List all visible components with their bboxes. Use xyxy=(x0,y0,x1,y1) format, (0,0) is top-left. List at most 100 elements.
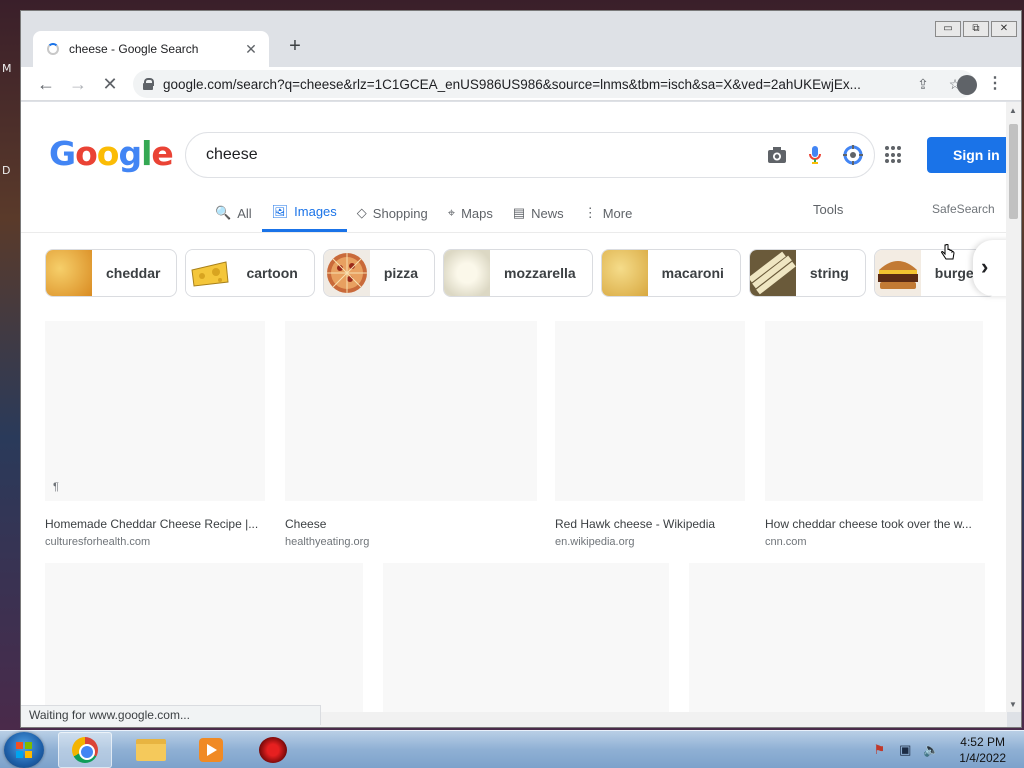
chrome-icon xyxy=(72,737,98,763)
image-result[interactable]: Red Hawk cheese - Wikipedia en.wikipedia… xyxy=(555,321,745,548)
google-images-page: Google cheese Sign in 🔍 All 🖼 Images ◇ Shop… xyxy=(21,102,1007,712)
result-image[interactable] xyxy=(689,563,985,712)
result-title[interactable]: How cheddar cheese took over the w... xyxy=(765,517,983,531)
tab-label: Maps xyxy=(461,205,493,221)
chip-thumbnail xyxy=(46,250,92,296)
tab-label: More xyxy=(602,205,633,221)
share-icon[interactable]: ⇪ xyxy=(913,76,933,93)
tab-news[interactable]: ▤ News xyxy=(503,194,574,232)
window-controls: ▭ ⧉ ✕ xyxy=(935,21,1017,37)
search-input[interactable]: cheese xyxy=(206,146,750,164)
image-result[interactable]: Cheese healthyeating.org xyxy=(285,321,537,548)
browser-menu-icon[interactable]: ⋮ xyxy=(987,73,1003,93)
result-image[interactable] xyxy=(555,321,745,501)
taskbar-app[interactable] xyxy=(246,732,300,768)
tab-label: Shopping xyxy=(372,205,428,221)
sign-in-button[interactable]: Sign in xyxy=(927,137,1007,173)
maximize-button[interactable]: ⧉ xyxy=(963,21,989,37)
volume-icon[interactable]: 🔈 xyxy=(923,742,939,758)
image-result[interactable] xyxy=(689,563,985,712)
forward-button[interactable]: → xyxy=(67,73,89,95)
browser-window: ▭ ⧉ ✕ cheese - Google Search ✕ + ← → ✕ g… xyxy=(20,10,1022,728)
chevron-right-icon[interactable]: › xyxy=(973,240,1007,296)
tab-label: News xyxy=(531,205,564,221)
search-type-tabs: 🔍 All 🖼 Images ◇ Shopping ⌖ Maps ▤ News ⋮ More xyxy=(205,194,642,234)
image-result[interactable] xyxy=(45,563,363,712)
desktop-text: D xyxy=(2,164,11,177)
chip-thumbnail xyxy=(323,250,370,296)
scrollbar-thumb[interactable] xyxy=(1009,124,1018,219)
network-icon[interactable]: ▣ xyxy=(897,742,913,758)
result-site[interactable]: en.wikipedia.org xyxy=(555,536,745,548)
tools-button[interactable]: Tools xyxy=(813,202,843,217)
chip-cheddar[interactable]: cheddar xyxy=(45,249,178,297)
result-image[interactable]: ¶ xyxy=(45,321,265,501)
logo-letter: g xyxy=(118,134,142,173)
taskbar-media-player[interactable] xyxy=(184,732,238,768)
result-title[interactable]: Homemade Cheddar Cheese Recipe |... xyxy=(45,517,265,531)
tab-label: All xyxy=(237,205,252,221)
result-image[interactable] xyxy=(45,563,363,712)
chip-label: macaroni xyxy=(661,265,724,281)
news-icon: ▤ xyxy=(512,205,526,220)
action-center-flag-icon[interactable]: ⚑ xyxy=(871,742,887,758)
chip-cartoon[interactable]: cartoon xyxy=(185,249,315,297)
chip-mozzarella[interactable]: mozzarella xyxy=(443,249,593,297)
folder-icon xyxy=(136,739,166,761)
google-apps-icon[interactable] xyxy=(885,146,903,164)
taskbar-chrome[interactable] xyxy=(58,732,112,768)
close-tab-icon[interactable]: ✕ xyxy=(243,41,259,58)
result-image[interactable] xyxy=(285,321,537,501)
lens-search-icon[interactable] xyxy=(842,144,864,166)
image-result[interactable] xyxy=(383,563,669,712)
browser-toolbar: ← → ✕ google.com/search?q=cheese&rlz=1C1… xyxy=(21,67,1021,101)
result-image[interactable] xyxy=(383,563,669,712)
safesearch-button[interactable]: SafeSearch xyxy=(932,202,995,216)
vertical-scrollbar[interactable]: ▲ ▼ xyxy=(1006,102,1021,712)
tag-icon: ◇ xyxy=(356,205,367,220)
search-icon: 🔍 xyxy=(215,205,232,220)
chip-pizza[interactable]: pizza xyxy=(322,249,436,297)
stop-loading-button[interactable]: ✕ xyxy=(99,73,121,95)
tab-title: cheese - Google Search xyxy=(69,42,199,56)
result-site[interactable]: healthyeating.org xyxy=(285,536,537,548)
result-title[interactable]: Cheese xyxy=(285,517,537,531)
tab-maps[interactable]: ⌖ Maps xyxy=(438,194,503,232)
desktop-text: M xyxy=(2,62,12,75)
google-logo[interactable]: Google xyxy=(49,134,174,173)
taskbar-file-explorer[interactable] xyxy=(124,732,178,768)
search-box[interactable]: cheese xyxy=(185,132,875,178)
scroll-up-icon[interactable]: ▲ xyxy=(1009,106,1017,115)
image-result[interactable]: ¶ Homemade Cheddar Cheese Recipe |... cu… xyxy=(45,321,265,548)
camera-search-icon[interactable] xyxy=(766,144,788,166)
address-bar[interactable]: google.com/search?q=cheese&rlz=1C1GCEA_e… xyxy=(133,70,975,98)
back-button[interactable]: ← xyxy=(35,73,57,95)
tab-all[interactable]: 🔍 All xyxy=(205,194,262,232)
result-title[interactable]: Red Hawk cheese - Wikipedia xyxy=(555,517,745,531)
chip-string[interactable]: string xyxy=(748,249,866,297)
scroll-down-icon[interactable]: ▼ xyxy=(1009,700,1017,709)
minimize-button[interactable]: ▭ xyxy=(935,21,961,37)
clock[interactable]: 4:52 PM 1/4/2022 xyxy=(949,734,1024,766)
taskbar: ⚑ ▣ 🔈 4:52 PM 1/4/2022 xyxy=(0,730,1024,768)
result-site[interactable]: cnn.com xyxy=(765,536,983,548)
tab-images[interactable]: 🖼 Images xyxy=(261,194,347,232)
result-site[interactable]: culturesforhealth.com xyxy=(45,536,265,548)
chip-macaroni[interactable]: macaroni xyxy=(600,249,741,297)
url-text[interactable]: google.com/search?q=cheese&rlz=1C1GCEA_e… xyxy=(163,77,901,92)
tab-more[interactable]: ⋮ More xyxy=(574,194,643,232)
new-tab-button[interactable]: + xyxy=(283,35,307,59)
browser-tab[interactable]: cheese - Google Search ✕ xyxy=(33,31,269,67)
result-image[interactable] xyxy=(765,321,983,501)
microphone-icon[interactable] xyxy=(804,144,826,166)
image-result[interactable]: How cheddar cheese took over the w... cn… xyxy=(765,321,983,548)
chip-thumbnail xyxy=(874,250,921,296)
recipe-icon: ¶ xyxy=(53,481,59,493)
logo-letter: G xyxy=(49,134,76,173)
tab-shopping[interactable]: ◇ Shopping xyxy=(347,194,438,232)
close-window-button[interactable]: ✕ xyxy=(991,21,1017,37)
logo-letter: o xyxy=(75,134,98,173)
profile-avatar-icon[interactable] xyxy=(957,75,977,95)
clock-time: 4:52 PM xyxy=(960,735,1005,749)
start-button[interactable] xyxy=(4,732,44,768)
